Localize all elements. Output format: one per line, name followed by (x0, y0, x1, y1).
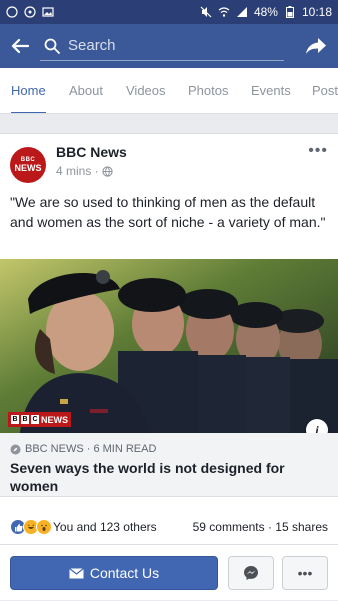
link-preview[interactable]: BBC NEWS · 6 MIN READ Seven ways the wor… (0, 433, 338, 497)
battery-percent: 48% (253, 5, 278, 19)
gallery-notification-icon (42, 6, 54, 18)
whatsapp-notification-icon (24, 6, 36, 18)
share-arrow-icon (306, 38, 326, 54)
more-options-button[interactable]: ••• (282, 556, 328, 590)
tab-photos[interactable]: Photos (188, 68, 228, 113)
wow-reaction-icon (36, 519, 52, 535)
soldiers-photo (0, 259, 338, 433)
avatar-logo-bottom: NEWS (14, 163, 42, 173)
share-button[interactable] (294, 24, 338, 68)
tab-posts[interactable]: Posts (312, 68, 338, 113)
battery-icon (284, 6, 296, 18)
status-bar: 48% 10:18 (0, 0, 338, 24)
tab-videos[interactable]: Videos (126, 68, 166, 113)
search-input[interactable] (68, 37, 258, 54)
back-button[interactable] (0, 24, 40, 68)
mute-icon (200, 6, 212, 18)
globe-icon (102, 165, 113, 177)
messenger-notification-icon (6, 6, 18, 18)
page-name[interactable]: BBC News (56, 144, 127, 160)
post-text: "We are so used to thinking of men as th… (10, 194, 326, 230)
messenger-icon (244, 566, 258, 580)
contact-us-label: Contact Us (89, 565, 160, 581)
post-time-text: 4 mins · (56, 164, 99, 178)
app-bar (0, 24, 338, 68)
link-source-text: BBC NEWS · 6 MIN READ (25, 443, 157, 455)
tab-about[interactable]: About (69, 68, 103, 113)
tab-home[interactable]: Home (11, 68, 46, 113)
link-title[interactable]: Seven ways the world is not designed for… (10, 459, 320, 495)
search-icon (44, 38, 60, 54)
clock: 10:18 (301, 5, 332, 19)
post-image[interactable]: BBC NEWS i (0, 259, 338, 433)
post-options-button[interactable]: ••• (308, 142, 328, 160)
reactions-text[interactable]: You and 123 others (53, 520, 157, 534)
wifi-icon (218, 6, 230, 18)
reactions-row: You and 123 others 59 comments · 15 shar… (10, 518, 328, 536)
reaction-icons[interactable] (10, 519, 52, 535)
contact-us-button[interactable]: Contact Us (10, 556, 218, 590)
comments-shares-count[interactable]: 59 comments · 15 shares (193, 520, 328, 534)
post-timestamp[interactable]: 4 mins · (56, 164, 113, 178)
search-bar[interactable] (40, 31, 284, 61)
post-actions: Contact Us ••• (0, 544, 338, 601)
messenger-button[interactable] (228, 556, 274, 590)
avatar[interactable]: BBC NEWS (10, 147, 46, 183)
arrow-left-icon (11, 38, 29, 54)
envelope-icon (69, 567, 84, 578)
post-header: BBC NEWS BBC News 4 mins · ••• (10, 142, 328, 184)
signal-icon (236, 6, 248, 18)
link-source: BBC NEWS · 6 MIN READ (10, 443, 156, 455)
page-tabs: Home About Videos Photos Events Posts (0, 68, 338, 114)
post-card: BBC NEWS BBC News 4 mins · ••• "We are s… (0, 133, 338, 600)
tab-events[interactable]: Events (251, 68, 291, 113)
compass-icon (10, 444, 21, 454)
bbc-news-badge: BBC NEWS (8, 412, 71, 427)
bbc-badge-text: NEWS (41, 414, 68, 425)
